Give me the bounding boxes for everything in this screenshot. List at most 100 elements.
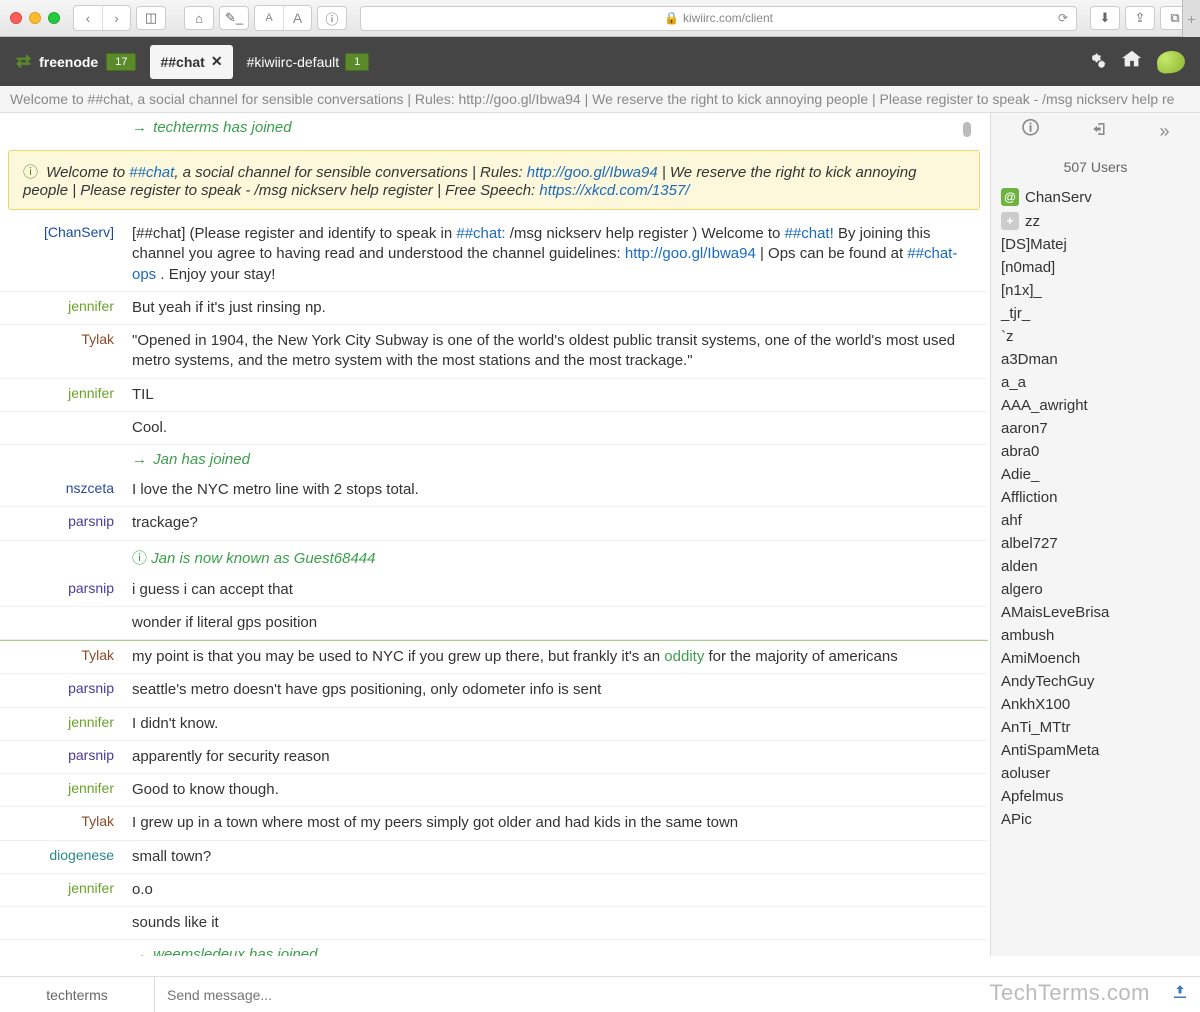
back-button[interactable]: ‹ [74, 6, 102, 30]
user-item[interactable]: AMaisLeveBrisa [1001, 601, 1190, 624]
message-row: parsnipseattle's metro doesn't have gps … [0, 674, 988, 707]
message-body: But yeah if it's just rinsing np. [124, 296, 988, 320]
close-window[interactable] [10, 12, 22, 24]
message-nick[interactable]: diogenese [0, 845, 124, 869]
message-row: Cool. [0, 412, 988, 445]
info-icon[interactable]: 🛈 [1021, 116, 1039, 146]
message-nick[interactable]: jennifer [0, 878, 124, 902]
message-input[interactable] [155, 977, 1160, 1012]
user-item[interactable]: AmiMoench [1001, 647, 1190, 670]
message-nick[interactable]: Tylak [0, 645, 124, 669]
user-item[interactable]: abra0 [1001, 440, 1190, 463]
sidebar-button[interactable]: ◫ [136, 6, 166, 30]
message-row: jenniferBut yeah if it's just rinsing np… [0, 292, 988, 325]
home-button[interactable]: ⌂ [184, 6, 214, 30]
user-item[interactable]: AnkhX100 [1001, 693, 1190, 716]
user-nick: [DS]Matej [1001, 236, 1067, 253]
user-item[interactable]: AntiSpamMeta [1001, 739, 1190, 762]
user-item[interactable]: APic [1001, 808, 1190, 831]
message-nick[interactable]: [ChanServ] [0, 222, 124, 287]
network-tab[interactable]: ⇄ freenode 17 [6, 45, 146, 79]
user-item[interactable]: [n0mad] [1001, 256, 1190, 279]
chat-log[interactable]: → techterms has joinedⓘ Welcome to ##cha… [0, 113, 990, 956]
expand-icon[interactable]: » [1160, 121, 1170, 142]
gear-icon[interactable] [1085, 48, 1107, 76]
user-nick: ambush [1001, 627, 1054, 644]
message-nick[interactable]: jennifer [0, 383, 124, 407]
user-item[interactable]: Adie_ [1001, 463, 1190, 486]
message-nick[interactable]: parsnip [0, 511, 124, 535]
message-nick[interactable]: parsnip [0, 578, 124, 602]
house-icon[interactable] [1121, 48, 1143, 76]
nav-back-forward: ‹ › [73, 5, 131, 31]
channel-tabs: ⇄ freenode 17 ##chat ✕ #kiwiirc-default … [0, 37, 1200, 86]
user-item[interactable]: algero [1001, 578, 1190, 601]
user-item[interactable]: alden [1001, 555, 1190, 578]
edit-button[interactable]: ✎_ [219, 6, 249, 30]
message-nick[interactable]: parsnip [0, 745, 124, 769]
message-nick[interactable]: Tylak [0, 811, 124, 835]
message-body: my point is that you may be used to NYC … [124, 645, 988, 669]
text-size: A A [254, 5, 312, 31]
window-controls [10, 12, 60, 24]
close-icon[interactable]: ✕ [211, 53, 223, 70]
user-item[interactable]: a3Dman [1001, 348, 1190, 371]
user-item[interactable]: albel727 [1001, 532, 1190, 555]
user-item[interactable]: @ChanServ [1001, 185, 1190, 209]
message-nick[interactable]: jennifer [0, 778, 124, 802]
maximize-window[interactable] [48, 12, 60, 24]
message-row: parsnipi guess i can accept that [0, 574, 988, 607]
user-item[interactable]: ahf [1001, 509, 1190, 532]
user-item[interactable]: AAA_awright [1001, 394, 1190, 417]
user-nick: aaron7 [1001, 420, 1048, 437]
message-nick[interactable] [0, 911, 124, 935]
user-item[interactable]: [n1x]_ [1001, 279, 1190, 302]
user-item[interactable]: _tjr_ [1001, 302, 1190, 325]
user-nick: alden [1001, 558, 1038, 575]
message-nick[interactable]: Tylak [0, 329, 124, 374]
tab-kiwi-default[interactable]: #kiwiirc-default 1 [237, 45, 380, 79]
user-item[interactable]: `z [1001, 325, 1190, 348]
info-button[interactable]: ⓘ [317, 6, 347, 30]
message-body: apparently for security reason [124, 745, 988, 769]
new-tab-button[interactable]: + [1182, 0, 1200, 37]
message-body: Cool. [124, 416, 988, 440]
address-bar[interactable]: 🔒 kiwiirc.com/client ⟳ [360, 6, 1077, 31]
minimize-window[interactable] [29, 12, 41, 24]
scrollbar-thumb[interactable] [963, 122, 971, 137]
kiwi-logo-icon[interactable] [1156, 49, 1186, 73]
user-item[interactable]: Apfelmus [1001, 785, 1190, 808]
message-nick[interactable]: jennifer [0, 296, 124, 320]
user-nick: Affliction [1001, 489, 1057, 506]
user-item[interactable]: Affliction [1001, 486, 1190, 509]
user-item[interactable]: aaron7 [1001, 417, 1190, 440]
user-item[interactable]: a_a [1001, 371, 1190, 394]
reload-icon[interactable]: ⟳ [1058, 11, 1068, 25]
user-item[interactable]: aoluser [1001, 762, 1190, 785]
user-list[interactable]: @ChanServ+zz [DS]Matej [n0mad][n1x]__tjr_`… [991, 185, 1200, 956]
topic-bar: Welcome to ##chat, a social channel for … [0, 86, 1200, 113]
user-item[interactable]: +zz [1001, 209, 1190, 233]
user-nick: a_a [1001, 374, 1026, 391]
user-mode-icon: @ [1001, 188, 1019, 206]
message-nick[interactable] [0, 611, 124, 635]
message-nick[interactable] [0, 416, 124, 440]
message-nick[interactable]: nszceta [0, 478, 124, 502]
message-nick[interactable]: parsnip [0, 678, 124, 702]
downloads-button[interactable]: ⬇ [1090, 6, 1120, 30]
my-nick[interactable]: techterms [0, 977, 155, 1012]
user-item[interactable]: ambush [1001, 624, 1190, 647]
text-smaller[interactable]: A [255, 6, 283, 30]
message-nick[interactable]: jennifer [0, 712, 124, 736]
user-item[interactable]: AnTi_MTtr [1001, 716, 1190, 739]
share-button[interactable]: ⇪ [1125, 6, 1155, 30]
user-item[interactable]: [DS]Matej [1001, 233, 1190, 256]
user-item[interactable]: AndyTechGuy [1001, 670, 1190, 693]
text-larger[interactable]: A [283, 6, 311, 30]
upload-icon[interactable] [1160, 983, 1200, 1006]
tab-chat-active[interactable]: ##chat ✕ [150, 45, 232, 79]
user-nick: AAA_awright [1001, 397, 1088, 414]
forward-button[interactable]: › [102, 6, 130, 30]
browser-toolbar: ‹ › ◫ ⌂ ✎_ A A ⓘ 🔒 kiwiirc.com/client ⟳ … [0, 0, 1200, 37]
leave-icon[interactable] [1091, 120, 1109, 143]
